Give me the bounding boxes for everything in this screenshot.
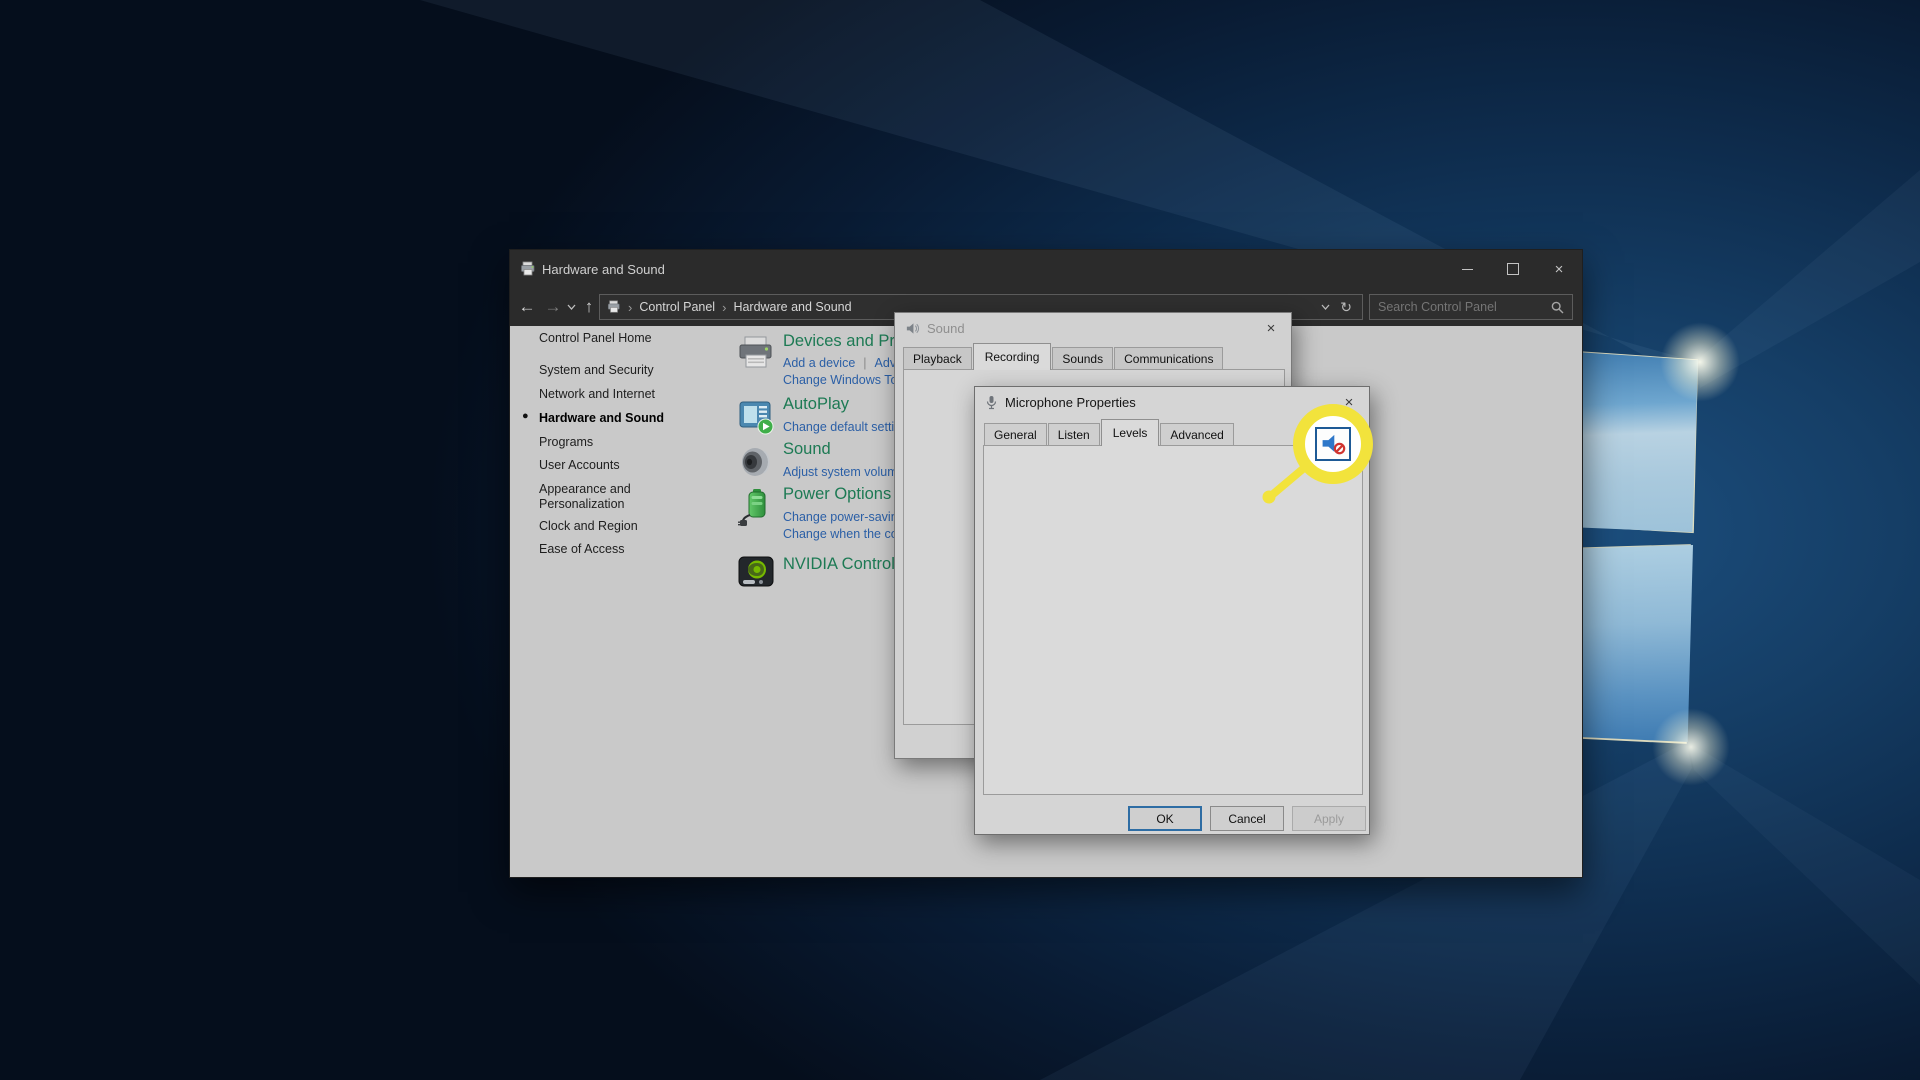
- sound-dialog-tabs: Playback Recording Sounds Communications: [903, 343, 1224, 370]
- callout-highlight-circle: [1293, 404, 1373, 484]
- breadcrumb-hardware-and-sound[interactable]: Hardware and Sound: [733, 300, 851, 314]
- power-options-icon: [736, 487, 776, 527]
- tab-levels[interactable]: Levels: [1101, 419, 1160, 446]
- printer-icon: [520, 261, 536, 282]
- breadcrumb-separator-icon: ›: [722, 300, 726, 315]
- close-icon: ×: [1555, 262, 1564, 277]
- tab-advanced[interactable]: Advanced: [1160, 423, 1233, 446]
- close-icon[interactable]: ×: [1260, 318, 1282, 338]
- ok-button[interactable]: OK: [1128, 806, 1202, 831]
- link-separator: |: [863, 356, 866, 370]
- category-power-options[interactable]: Power Options: [783, 485, 891, 504]
- tab-playback[interactable]: Playback: [903, 347, 972, 370]
- title-bar[interactable]: Hardware and Sound ×: [510, 250, 1582, 288]
- minimize-icon: [1462, 269, 1473, 270]
- sidebar-item-hardware-and-sound[interactable]: Hardware and Sound: [539, 411, 729, 426]
- sidebar-item-system-and-security[interactable]: System and Security: [539, 363, 729, 378]
- breadcrumb-separator-icon: ›: [628, 300, 632, 315]
- link-change-windows-to-go[interactable]: Change Windows To G: [783, 373, 911, 387]
- category-devices-and-printers[interactable]: Devices and Print: [783, 332, 912, 351]
- address-dropdown-chevron-icon[interactable]: [1321, 304, 1330, 310]
- link-add-a-device[interactable]: Add a device: [783, 356, 855, 370]
- search-input[interactable]: [1370, 300, 1551, 314]
- sidebar-item-clock-and-region[interactable]: Clock and Region: [539, 519, 729, 534]
- windows-logo-corner-glow: [1652, 708, 1730, 786]
- search-icon[interactable]: [1551, 301, 1564, 314]
- sidebar-item-programs[interactable]: Programs: [539, 435, 729, 450]
- autoplay-icon: [736, 397, 776, 437]
- category-sound[interactable]: Sound: [783, 440, 831, 459]
- minimize-button[interactable]: [1444, 250, 1490, 288]
- devices-and-printers-icon: [736, 334, 776, 374]
- tab-recording[interactable]: Recording: [973, 343, 1052, 370]
- speaker-mute-icon: [1320, 432, 1346, 456]
- link-change-default-settings[interactable]: Change default setting: [783, 420, 908, 434]
- tab-sounds[interactable]: Sounds: [1052, 347, 1113, 370]
- back-button[interactable]: ←: [514, 288, 540, 326]
- link-adjust-system-volume[interactable]: Adjust system volume: [783, 465, 905, 479]
- active-item-bullet: ●: [522, 410, 529, 422]
- category-autoplay[interactable]: AutoPlay: [783, 395, 849, 414]
- printer-icon: [607, 300, 621, 314]
- forward-button[interactable]: →: [540, 288, 566, 326]
- sidebar-item-network-and-internet[interactable]: Network and Internet: [539, 387, 729, 402]
- mic-dialog-tabs: General Listen Levels Advanced: [984, 419, 1235, 446]
- nvidia-control-panel-icon: [736, 552, 776, 592]
- sound-dialog-title: Sound: [927, 321, 965, 336]
- apply-button[interactable]: Apply: [1292, 806, 1366, 831]
- sidebar-item-ease-of-access[interactable]: Ease of Access: [539, 542, 729, 557]
- sound-icon: [736, 442, 776, 482]
- sidebar-item-control-panel-home[interactable]: Control Panel Home: [539, 331, 729, 346]
- sound-dialog-titlebar[interactable]: Sound ×: [895, 313, 1291, 343]
- cancel-button[interactable]: Cancel: [1210, 806, 1284, 831]
- maximize-icon: [1507, 263, 1519, 275]
- tab-general[interactable]: General: [984, 423, 1047, 446]
- tab-communications[interactable]: Communications: [1114, 347, 1223, 370]
- breadcrumb-control-panel[interactable]: Control Panel: [639, 300, 715, 314]
- mute-button-zoomed: [1315, 427, 1351, 461]
- sidebar-item-appearance-and-personalization[interactable]: Appearance and Personalization: [539, 482, 669, 512]
- desktop: Hardware and Sound × ← → ↑ › Control Pan…: [0, 0, 1920, 1080]
- refresh-icon[interactable]: ↻: [1340, 299, 1352, 316]
- windows-logo-corner-glow: [1660, 322, 1740, 402]
- microphone-icon: [985, 395, 998, 410]
- category-links-row: Add a device|Advan: [783, 356, 910, 370]
- close-button[interactable]: ×: [1536, 250, 1582, 288]
- levels-tab-page: [983, 445, 1363, 795]
- search-box[interactable]: [1369, 294, 1573, 320]
- window-title: Hardware and Sound: [542, 262, 665, 277]
- maximize-button[interactable]: [1490, 250, 1536, 288]
- speaker-icon: [905, 321, 920, 336]
- sidebar-item-user-accounts[interactable]: User Accounts: [539, 458, 729, 473]
- tab-listen[interactable]: Listen: [1048, 423, 1100, 446]
- mic-dialog-title: Microphone Properties: [1005, 395, 1136, 410]
